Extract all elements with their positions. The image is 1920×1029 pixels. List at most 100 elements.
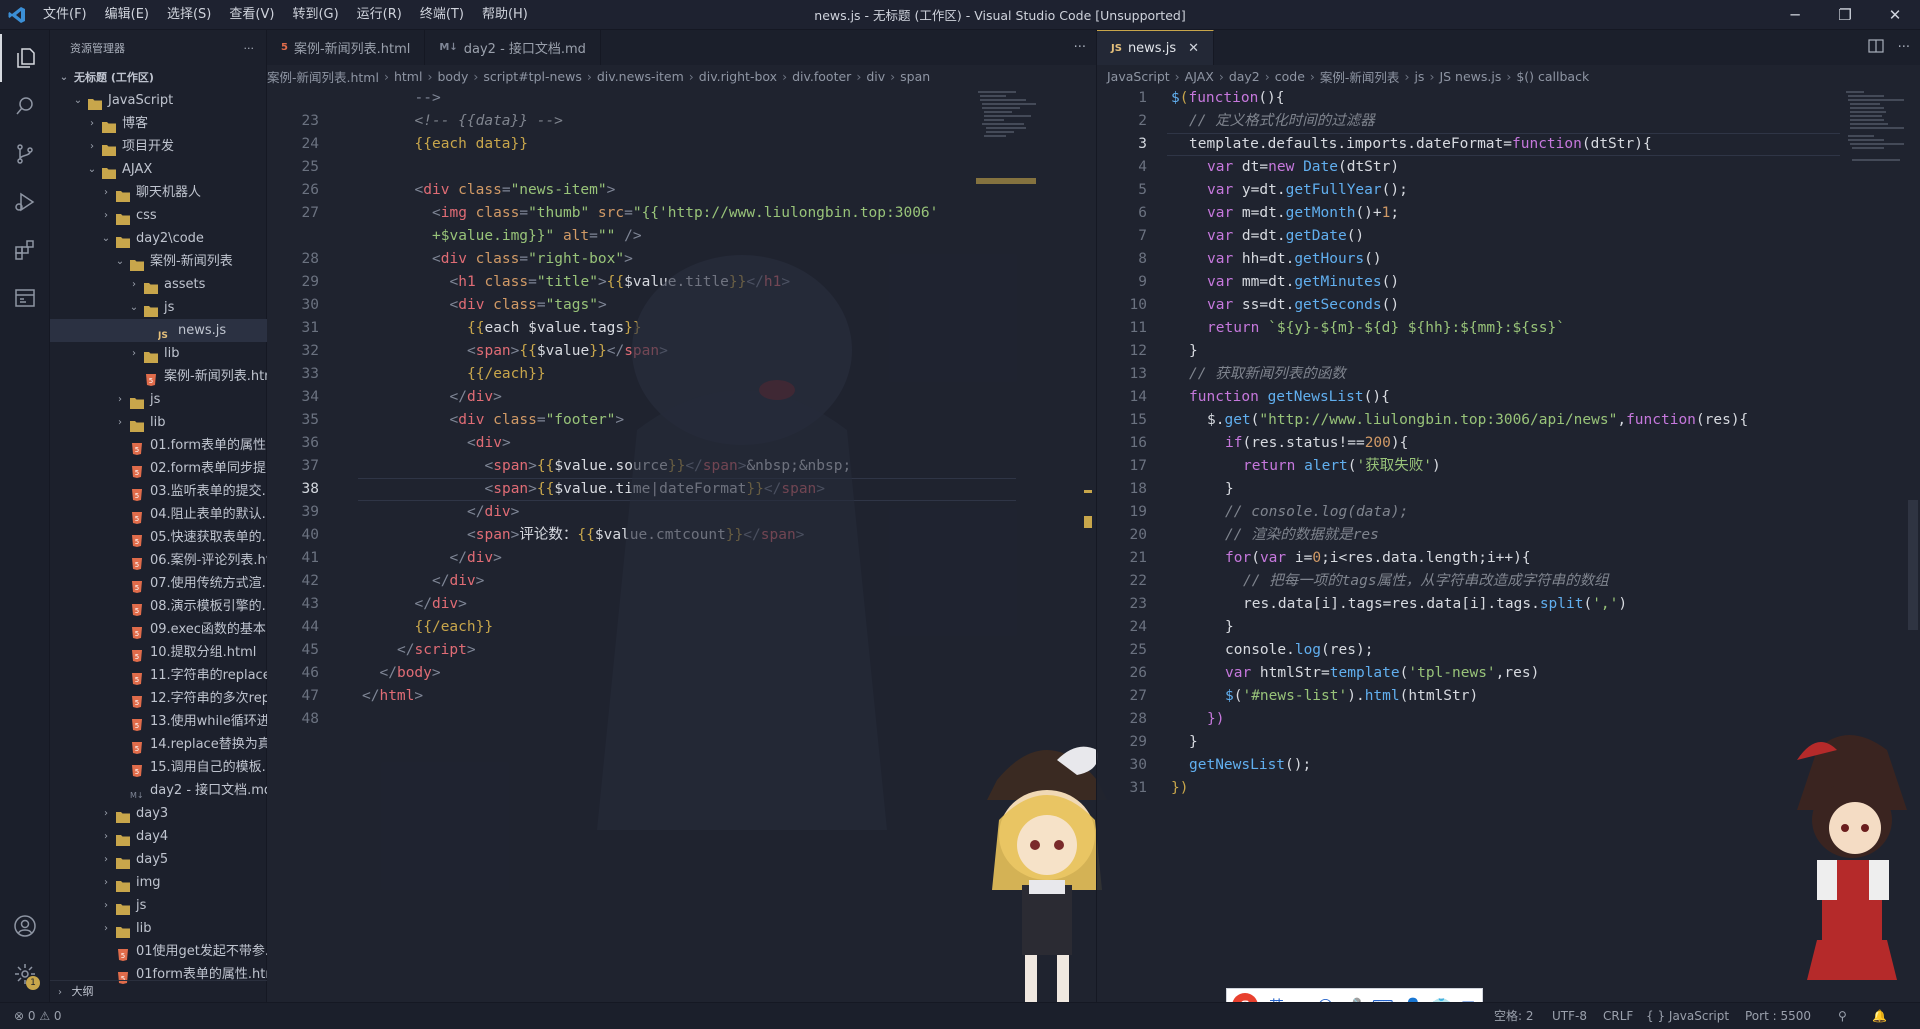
tree-file[interactable]: 5 01使用get发起不带参... [50, 940, 267, 963]
tree-file[interactable]: 5 案例-新闻列表.html [50, 365, 267, 388]
menu-item[interactable]: 文件(F) [34, 0, 96, 30]
tree-folder[interactable]: › lib [50, 917, 267, 940]
more-actions-icon[interactable]: ··· [1074, 40, 1086, 55]
tree-file[interactable]: JS news.js [50, 319, 267, 342]
tree-folder[interactable]: › js [50, 894, 267, 917]
breadcrumb-item[interactable]: day2 [1229, 69, 1260, 84]
scrollbar-thumb[interactable] [1908, 500, 1918, 630]
line-number: 18 [1129, 481, 1147, 497]
notifications-bell-icon[interactable]: 🔔 [1872, 1003, 1887, 1029]
breadcrumb-item[interactable]: 案例-新闻列表.html [267, 67, 379, 86]
language-mode-status[interactable]: { } JavaScript [1646, 1003, 1729, 1029]
encoding-status[interactable]: UTF-8 [1552, 1003, 1587, 1029]
menu-item[interactable]: 查看(V) [220, 0, 283, 30]
search-icon[interactable] [0, 82, 50, 130]
more-actions-icon[interactable]: ··· [244, 42, 255, 55]
menu-item[interactable]: 帮助(H) [473, 0, 537, 30]
tree-folder[interactable]: › js [50, 388, 267, 411]
close-tab-icon[interactable]: ✕ [1188, 41, 1199, 56]
tree-folder[interactable]: › day4 [50, 825, 267, 848]
editor-tab[interactable]: M↓ day2 - 接口文档.md [425, 30, 601, 65]
tree-file[interactable]: 5 10.提取分组.html [50, 641, 267, 664]
tree-file[interactable]: 5 02.form表单同步提... [50, 457, 267, 480]
breadcrumb-item[interactable]: JavaScript [1107, 69, 1170, 84]
breadcrumb-item[interactable]: 案例-新闻列表 [1320, 67, 1400, 86]
more-actions-icon[interactable]: ··· [1898, 40, 1910, 55]
breadcrumb-item[interactable]: div.news-item [597, 69, 684, 84]
breadcrumb-item[interactable]: code [1275, 69, 1305, 84]
breadcrumb-item[interactable]: js [1414, 69, 1424, 84]
breadcrumb-item[interactable]: span [900, 69, 930, 84]
tree-file[interactable]: 5 05.快速获取表单的... [50, 526, 267, 549]
settings-gear-icon[interactable]: 1 [0, 950, 50, 998]
tree-folder[interactable]: ⌄ 案例-新闻列表 [50, 250, 267, 273]
tree-folder[interactable]: › day5 [50, 848, 267, 871]
account-icon[interactable] [0, 902, 50, 950]
tree-folder[interactable]: › lib [50, 342, 267, 365]
explorer-icon[interactable] [0, 34, 50, 82]
menu-item[interactable]: 选择(S) [158, 0, 220, 30]
menu-item[interactable]: 转到(G) [283, 0, 347, 30]
menu-item[interactable]: 运行(R) [348, 0, 411, 30]
tree-folder[interactable]: ⌄ AJAX [50, 158, 267, 181]
tree-folder[interactable]: › assets [50, 273, 267, 296]
minimap[interactable] [976, 88, 1036, 188]
editor-tab[interactable]: 5 案例-新闻列表.html [267, 30, 426, 65]
tree-file[interactable]: 5 08.演示模板引擎的... [50, 595, 267, 618]
live-server-port-status[interactable]: Port : 5500 [1745, 1003, 1811, 1029]
breadcrumb-item[interactable]: $() callback [1516, 69, 1589, 84]
menu-item[interactable]: 编辑(E) [96, 0, 158, 30]
run-debug-icon[interactable] [0, 178, 50, 226]
remote-explorer-icon[interactable] [0, 274, 50, 322]
minimap[interactable] [1844, 88, 1904, 188]
minimize-icon[interactable]: ─ [1770, 0, 1820, 30]
tree-file[interactable]: 5 01.form表单的属性... [50, 434, 267, 457]
tree-folder[interactable]: › 聊天机器人 [50, 181, 267, 204]
tree-folder[interactable]: › day3 [50, 802, 267, 825]
tree-folder[interactable]: › img [50, 871, 267, 894]
tree-folder[interactable]: › 项目开发 [50, 135, 267, 158]
breadcrumb-item[interactable]: div [866, 69, 885, 84]
code-line: 2 // 定义格式化时间的过滤器 [1097, 110, 1920, 133]
tree-folder[interactable]: › css [50, 204, 267, 227]
code-token: getNewsList [1267, 389, 1364, 405]
breadcrumb-item[interactable]: div.footer [792, 69, 851, 84]
tree-file[interactable]: 5 09.exec函数的基本... [50, 618, 267, 641]
tree-file[interactable]: 5 12.字符串的多次repl... [50, 687, 267, 710]
editor-tab[interactable]: JS news.js ✕ [1097, 30, 1215, 65]
extensions-icon[interactable] [0, 226, 50, 274]
outline-section[interactable]: › 大纲 [50, 980, 267, 1002]
breadcrumb-item[interactable]: html [394, 69, 422, 84]
tree-file[interactable]: 5 07.使用传统方式渲... [50, 572, 267, 595]
code-token: {{ [467, 320, 485, 336]
tree-folder[interactable]: ⌄ 无标题 (工作区) [50, 66, 267, 89]
chevron-right-icon: › [104, 187, 108, 198]
breadcrumb-item[interactable]: JS news.js [1439, 69, 1501, 84]
tree-folder[interactable]: ⌄ day2\code [50, 227, 267, 250]
source-control-icon[interactable] [0, 130, 50, 178]
tree-file[interactable]: 5 04.阻止表单的默认... [50, 503, 267, 526]
tree-file[interactable]: 5 13.使用while循环进... [50, 710, 267, 733]
indentation-status[interactable]: 空格: 2 [1494, 1003, 1534, 1029]
close-icon[interactable]: ✕ [1870, 0, 1920, 30]
problems-indicator[interactable]: ⊗ 0 ⚠ 0 [14, 1003, 62, 1029]
tree-file[interactable]: 5 11.字符串的replace... [50, 664, 267, 687]
tree-file[interactable]: 5 03.监听表单的提交... [50, 480, 267, 503]
tree-folder[interactable]: ⌄ JavaScript [50, 89, 267, 112]
tree-folder[interactable]: ⌄ js [50, 296, 267, 319]
feedback-icon[interactable]: ⚲ [1838, 1003, 1847, 1029]
eol-status[interactable]: CRLF [1603, 1003, 1633, 1029]
breadcrumb-item[interactable]: div.right-box [699, 69, 777, 84]
tree-file[interactable]: 5 15.调用自己的模板... [50, 756, 267, 779]
tree-folder[interactable]: › 博客 [50, 112, 267, 135]
breadcrumb-item[interactable]: script#tpl-news [483, 69, 581, 84]
restore-icon[interactable]: ❐ [1820, 0, 1870, 30]
breadcrumb-item[interactable]: AJAX [1185, 69, 1214, 84]
tree-file[interactable]: 5 14.replace替换为真... [50, 733, 267, 756]
split-editor-icon[interactable] [1867, 38, 1884, 57]
tree-file[interactable]: 5 06.案例-评论列表.ht... [50, 549, 267, 572]
tree-file[interactable]: M↓ day2 - 接口文档.md [50, 779, 267, 802]
menu-item[interactable]: 终端(T) [411, 0, 473, 30]
tree-folder[interactable]: › lib [50, 411, 267, 434]
breadcrumb-item[interactable]: body [437, 69, 468, 84]
